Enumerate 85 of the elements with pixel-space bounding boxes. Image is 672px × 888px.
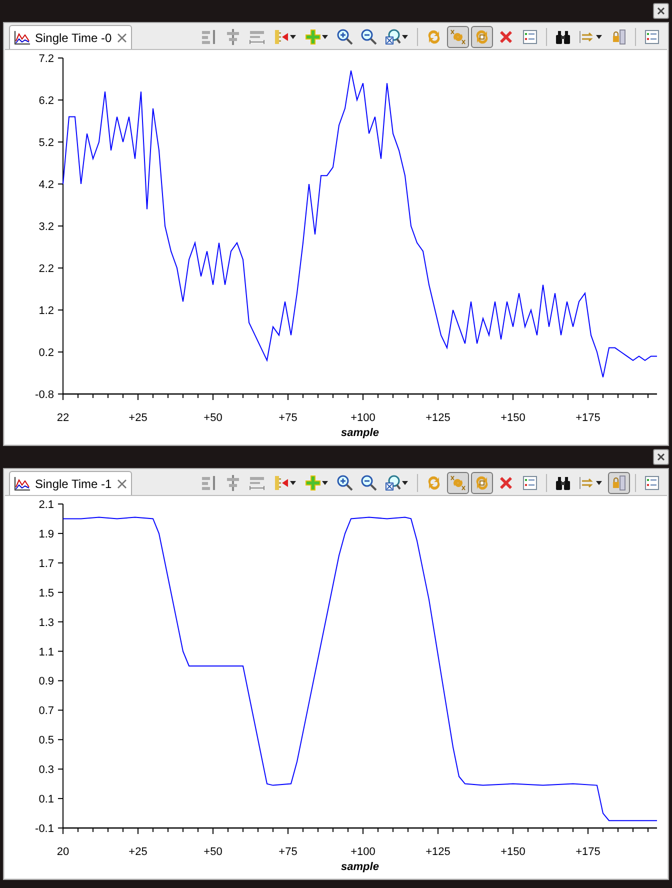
close-icon[interactable] [116,32,127,42]
close-icon [657,453,665,461]
tick-label: +150 [500,846,526,858]
tick-label: 2.1 [38,499,54,511]
tick-label: 0.5 [38,734,54,747]
tick-label: 1.5 [38,587,54,600]
binoculars-icon [555,29,571,45]
tick-label: 3.2 [38,221,54,233]
binoculars-icon [555,475,571,491]
sync-lock-icon [474,475,490,491]
tick-label: +125 [426,412,450,424]
sync-lock-icon [474,29,490,45]
list-icon [644,29,660,45]
tab-title: Single Time -1 [35,476,112,492]
tick-label: +75 [278,412,298,424]
tick-label: +125 [426,846,450,858]
zoom-in-icon [337,29,353,45]
arrows-icon [579,475,595,491]
tick-label: 22 [56,412,70,424]
tick-label: +100 [350,412,376,424]
tick-label: 7.2 [38,53,54,65]
tick-label: +175 [576,846,600,858]
add-icon [305,29,321,45]
tick-label: 4.2 [38,179,54,191]
close-icon[interactable] [116,478,127,488]
list-icon [522,29,538,45]
distribute-icon [249,29,265,45]
zoom-out-icon [361,29,377,45]
tick-label: 6.2 [38,95,54,107]
ruler-marker-icon [273,29,289,45]
tick-label: 20 [56,846,70,858]
add-icon [305,475,321,491]
axis-title: sample [341,427,379,439]
axis-title: sample [341,861,379,873]
tick-label: +25 [128,846,148,858]
distribute-icon [249,475,265,491]
sync-horizontal-icon [450,29,466,45]
zoom-in-icon [337,475,353,491]
list-icon [522,475,538,491]
tab[interactable]: Single Time -0 [9,25,132,49]
lock-ruler-icon [611,475,627,491]
close-button[interactable] [653,3,669,19]
tick-label: 5.2 [38,137,54,149]
tab[interactable]: Single Time -1 [9,471,132,495]
lock-ruler-icon [611,29,627,45]
align-center-icon [225,29,241,45]
tick-label: 1.2 [38,305,54,317]
tick-label: +100 [350,846,376,858]
tick-label: 0.1 [38,794,54,806]
tick-label: 0.3 [38,764,54,776]
tick-label: +25 [128,412,148,424]
tick-label: 1.3 [38,616,54,629]
tick-label: 0.7 [38,705,54,718]
tick-label: 1.9 [38,528,54,540]
tick-label: 0.2 [38,347,54,359]
close-icon [657,7,665,15]
tick-label: +50 [204,846,222,858]
close-button[interactable] [653,449,669,465]
tick-label: +50 [204,412,222,424]
chart-icon [14,476,30,490]
zoom-out-icon [361,475,377,491]
tick-label: +75 [278,846,298,858]
sync-horizontal-icon [450,475,466,491]
tick-label: 0.9 [38,676,54,688]
tick-label: +175 [576,412,600,424]
tick-label: 2.2 [38,263,54,275]
tick-label: 1.7 [38,558,54,570]
ruler-marker-icon [273,475,289,491]
zoom-fit-icon [385,29,401,45]
arrows-icon [579,29,595,45]
tick-label: -0.8 [35,389,54,401]
zoom-fit-icon [385,475,401,491]
sync-arrows-icon [426,475,442,491]
delete-icon [498,475,514,491]
align-bars-icon [201,475,217,491]
tab-title: Single Time -0 [35,30,112,46]
list-icon [644,475,660,491]
sync-arrows-icon [426,29,442,45]
chart-icon [14,30,30,44]
tick-label: 1.1 [38,646,54,658]
align-bars-icon [201,29,217,45]
delete-icon [498,29,514,45]
tick-label: +150 [500,412,526,424]
tick-label: -0.1 [35,823,54,835]
align-center-icon [225,475,241,491]
